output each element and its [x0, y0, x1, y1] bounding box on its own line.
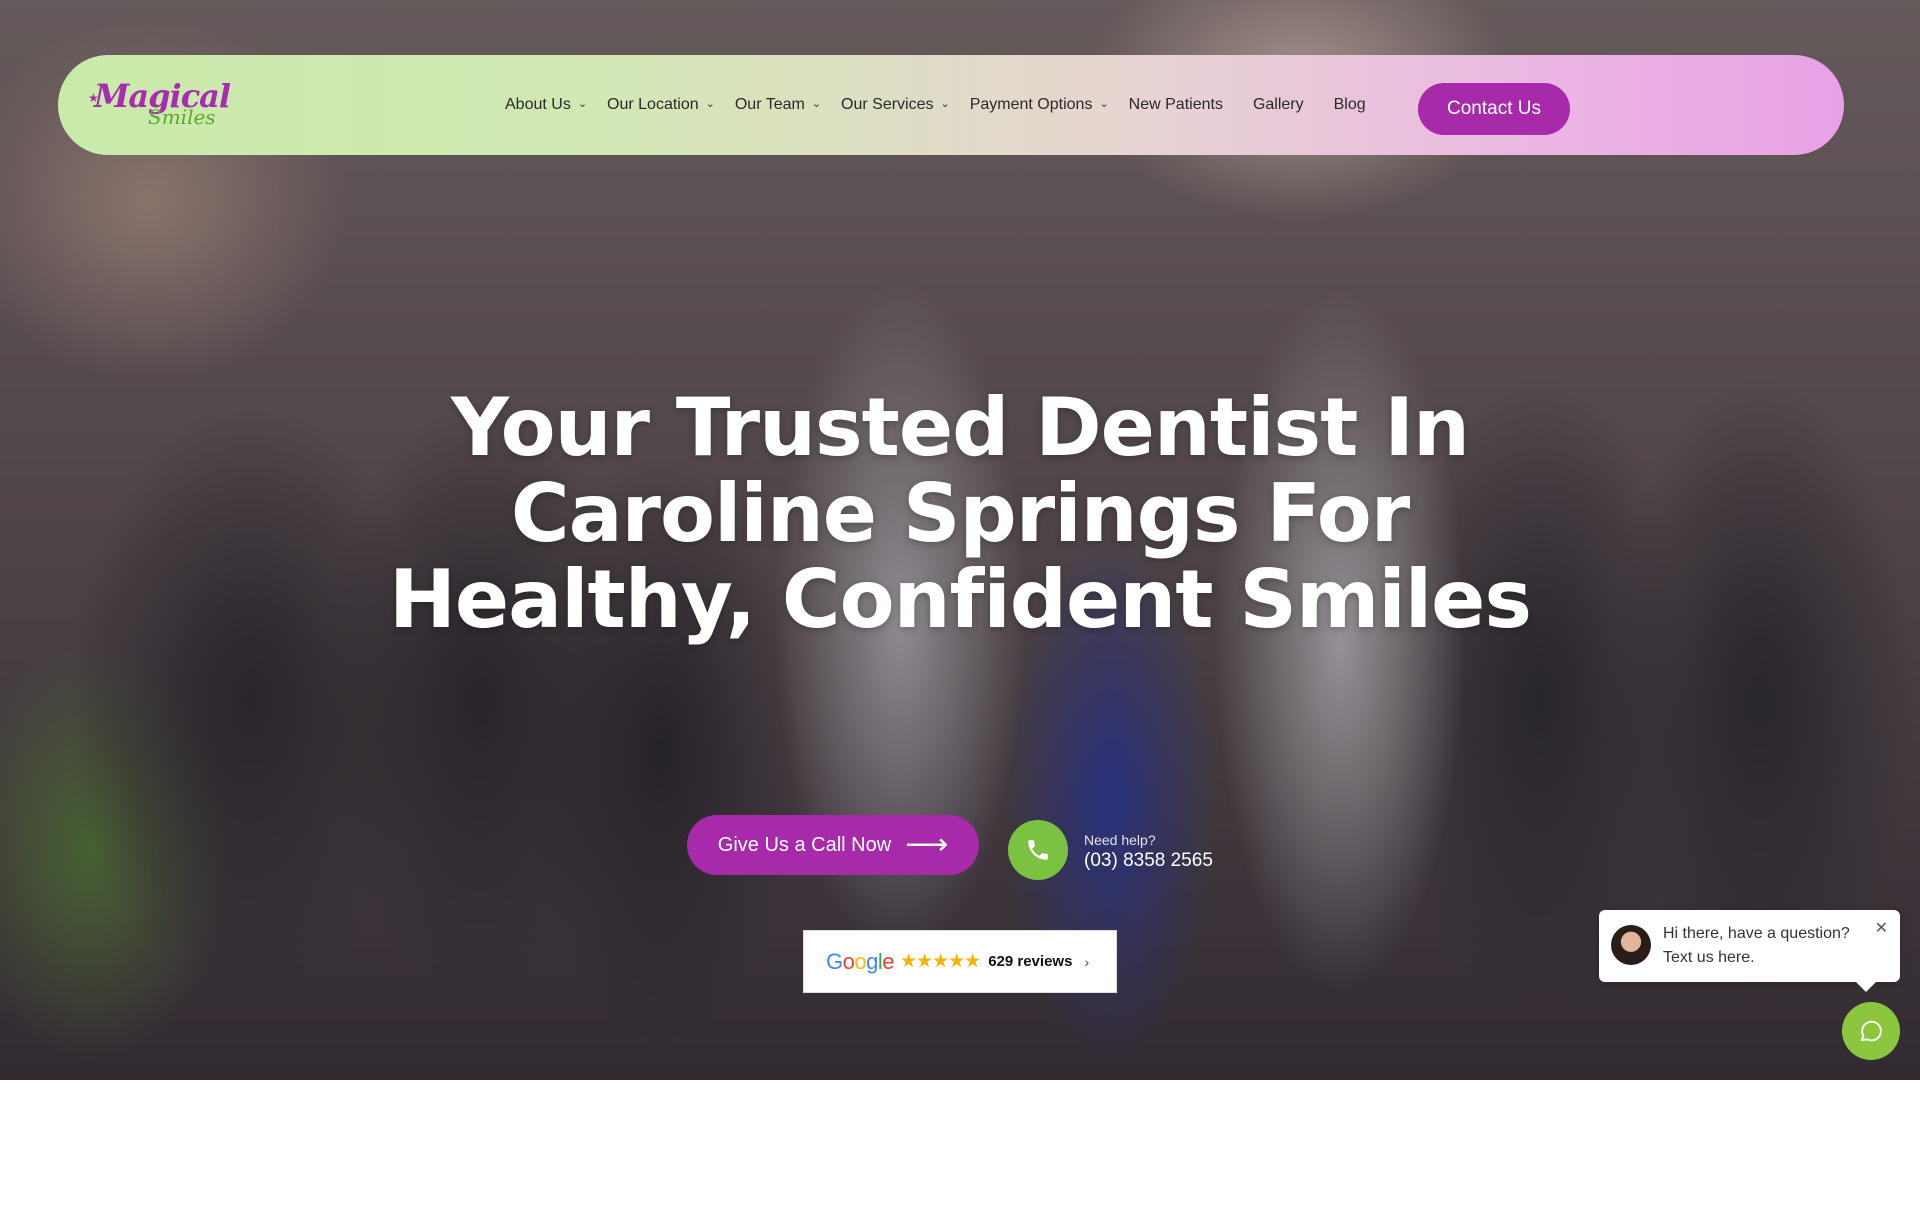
nav-item-payment-options[interactable]: Payment Options ⌄ [970, 96, 1109, 114]
give-us-a-call-button[interactable]: Give Us a Call Now ⟶ [687, 815, 979, 875]
logo-text-smiles: Smiles [148, 105, 216, 129]
hero-headline: Your Trusted Dentist In Caroline Springs… [388, 381, 1532, 646]
nav-item-label: Our Team [734, 96, 805, 113]
nav-menu: About Us ⌄ Our Location ⌄ Our Team ⌄ Our… [505, 55, 1396, 155]
nav-item-blog[interactable]: Blog [1334, 96, 1366, 114]
chat-prompt-bubble[interactable]: Hi there, have a question? Text us here.… [1599, 910, 1900, 992]
phone-icon[interactable] [1008, 820, 1068, 880]
chevron-down-icon: ⌄ [1099, 97, 1109, 110]
nav-item-our-team[interactable]: Our Team ⌄ [735, 96, 821, 114]
nav-item-label: Blog [1333, 96, 1366, 113]
nav-item-about-us[interactable]: About Us ⌄ [505, 96, 587, 114]
magical-smiles-logo[interactable]: ★ Magical Smiles [88, 77, 231, 133]
chevron-right-icon: › [1084, 953, 1090, 970]
nav-item-our-services[interactable]: Our Services ⌄ [841, 96, 950, 114]
phone-number-link[interactable]: (03) 8358 2565 [1084, 850, 1213, 872]
chat-icon [1860, 1020, 1882, 1042]
nav-item-new-patients[interactable]: New Patients [1129, 96, 1223, 114]
star-rating-icon: ★★★★★ [900, 951, 981, 972]
review-count: 629 reviews [988, 953, 1073, 970]
nav-item-label: Payment Options [969, 96, 1093, 113]
google-reviews-badge[interactable]: Google ★★★★★ 629 reviews › [803, 930, 1117, 993]
google-logo: Google [826, 948, 895, 974]
nav-item-our-location[interactable]: Our Location ⌄ [607, 96, 715, 114]
nav-item-label: Gallery [1252, 96, 1304, 113]
chat-prompt-text: Hi there, have a question? Text us here. [1663, 925, 1850, 966]
chevron-down-icon: ⌄ [577, 97, 588, 110]
main-navbar: ★ Magical Smiles About Us ⌄ Our Location… [58, 55, 1844, 155]
nav-item-label: Our Location [607, 96, 699, 113]
chat-launcher-button[interactable] [1842, 1002, 1900, 1060]
chevron-down-icon: ⌄ [940, 97, 950, 110]
call-button-label: Give Us a Call Now [717, 833, 892, 856]
close-icon[interactable]: ✕ [1875, 918, 1888, 938]
arrow-right-icon: ⟶ [905, 828, 949, 861]
nav-item-label: About Us [505, 96, 571, 113]
avatar [1611, 925, 1651, 965]
nav-item-label: New Patients [1128, 96, 1223, 113]
chevron-down-icon: ⌄ [811, 97, 822, 110]
nav-item-gallery[interactable]: Gallery [1253, 96, 1304, 114]
chevron-down-icon: ⌄ [705, 97, 715, 110]
nav-item-label: Our Services [841, 96, 934, 113]
need-help-label: Need help? [1084, 832, 1156, 848]
contact-us-button[interactable]: Contact Us [1418, 83, 1570, 135]
